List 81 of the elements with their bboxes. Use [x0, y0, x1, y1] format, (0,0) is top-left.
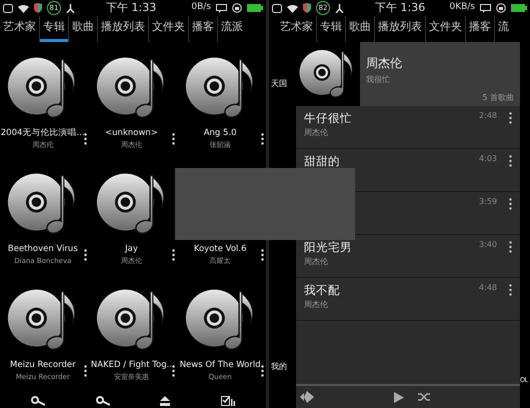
- usb-icon: [66, 4, 75, 12]
- clock-time: 下午 1:33: [106, 0, 156, 16]
- artist-name: 周杰伦: [366, 55, 403, 72]
- album-title: Koyote Vol.6: [194, 243, 246, 256]
- tab[interactable]: 专辑: [317, 16, 345, 42]
- album-title: Meizu Recorder: [10, 359, 76, 372]
- album-title: <unknown>: [105, 127, 158, 140]
- key-icon[interactable]: [31, 396, 46, 406]
- eject-icon[interactable]: [160, 396, 170, 406]
- tab[interactable]: 艺术家: [0, 16, 39, 42]
- more-icon[interactable]: [509, 112, 512, 124]
- more-icon[interactable]: [172, 364, 176, 377]
- album-name: 我很忙: [366, 74, 391, 86]
- album-title: 天国: [271, 78, 287, 90]
- previous-icon[interactable]: [300, 391, 314, 403]
- more-icon[interactable]: [260, 248, 264, 261]
- tab[interactable]: 播客: [189, 16, 217, 42]
- album-title: Jay: [125, 243, 138, 256]
- album-title: Beethoven Virus: [8, 243, 78, 256]
- battery-icon: [511, 4, 527, 12]
- song-duration: 2:48: [479, 110, 497, 122]
- lock-icon: [496, 3, 506, 13]
- tab[interactable]: 播放列表: [375, 16, 425, 42]
- song-title: 牛仔很忙: [304, 110, 353, 127]
- network-speed: 0KB/s: [449, 1, 475, 14]
- album-title: News Of The World: [180, 359, 261, 372]
- play-icon[interactable]: [394, 392, 404, 402]
- song-duration: 4:03: [479, 153, 497, 165]
- tab[interactable]: 专辑: [40, 16, 68, 42]
- tab[interactable]: 歌曲: [346, 16, 374, 42]
- shield-icon: [34, 3, 42, 13]
- more-icon[interactable]: [260, 364, 264, 377]
- song-row[interactable]: 牛仔很忙 周杰伦 2:48: [296, 106, 520, 149]
- tab[interactable]: 播放列表: [98, 16, 148, 42]
- song-row[interactable]: 我不配 周杰伦 4:48: [296, 278, 520, 321]
- more-icon[interactable]: [509, 155, 512, 167]
- tab[interactable]: 播客: [466, 16, 494, 42]
- more-icon[interactable]: [172, 132, 176, 145]
- more-icon[interactable]: [260, 132, 264, 145]
- more-icon[interactable]: [84, 248, 87, 261]
- tab[interactable]: 流: [495, 16, 512, 42]
- song-artist: 周杰伦: [304, 256, 329, 268]
- usb-icon: [335, 4, 344, 12]
- more-icon[interactable]: [509, 284, 512, 296]
- song-duration: 4:48: [479, 282, 497, 294]
- tab[interactable]: 流派: [218, 16, 246, 42]
- more-icon[interactable]: [172, 248, 176, 261]
- notification-icon: [3, 4, 13, 12]
- key-icon[interactable]: [96, 396, 110, 406]
- song-title: 甜甜的: [304, 153, 341, 170]
- song-artist: 周杰伦: [304, 299, 329, 312]
- more-icon[interactable]: [509, 198, 512, 210]
- shield-icon: [303, 3, 311, 13]
- message-icon: [480, 4, 491, 12]
- wifi-icon: [18, 4, 29, 12]
- tab[interactable]: 文件夹: [149, 16, 188, 42]
- more-icon[interactable]: [84, 132, 87, 145]
- battery-icon: [247, 4, 263, 12]
- album-title: Ang 5.0: [204, 127, 237, 140]
- clock-time: 下午 1:36: [375, 0, 426, 16]
- album-title: 我的: [271, 360, 287, 372]
- shuffle-icon[interactable]: [418, 392, 431, 402]
- song-duration: 3:59: [479, 196, 497, 208]
- song-duration: 3:40: [479, 239, 497, 251]
- notification-icon: [272, 4, 282, 12]
- tab[interactable]: 文件夹: [426, 16, 465, 42]
- song-count: 5 首歌曲: [482, 92, 514, 104]
- message-icon: [216, 4, 227, 12]
- lock-icon: [232, 3, 242, 13]
- album-title: NAKED / Fight Tog..: [90, 359, 172, 372]
- checklist-icon[interactable]: [220, 396, 235, 406]
- song-title: 我不配: [304, 282, 341, 299]
- more-icon[interactable]: [84, 364, 87, 377]
- song-artist: 周杰伦: [304, 127, 329, 140]
- song-title: 阳光宅男: [304, 239, 353, 256]
- tab[interactable]: 歌曲: [69, 16, 97, 42]
- network-speed: 0B/s: [191, 1, 211, 14]
- tab[interactable]: 艺术家: [277, 16, 316, 42]
- album-title: 2004无与伦比演唱…: [0, 127, 85, 140]
- more-icon[interactable]: [509, 241, 512, 253]
- wifi-icon: [287, 4, 298, 12]
